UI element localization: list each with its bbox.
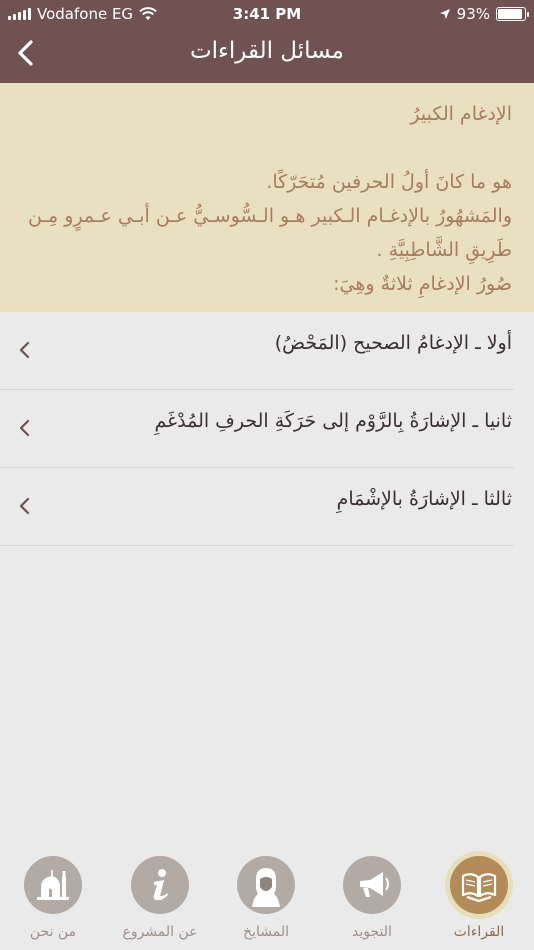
page-title: مسائل القراءات xyxy=(190,38,344,64)
top-bar: Vodafone EG 3:41 PM 93% مسائل القراءات xyxy=(0,0,534,83)
list-item-label: ثالثا ـ الإشارَةُ بالإشْمَامِ xyxy=(336,488,512,510)
tab-qiraat[interactable]: القراءات xyxy=(429,856,529,940)
mosque-icon xyxy=(24,856,82,914)
tab-bar: القراءات التجويد المشايخ عن المشروع من ن… xyxy=(0,850,534,950)
list-item[interactable]: أولا ـ الإدغامُ الصحيح (المَحْضُ) xyxy=(0,312,514,390)
list-item[interactable]: ثانيا ـ الإشارَةُ بِالرَّوْم إلى حَرَكَة… xyxy=(0,390,514,468)
intro-line: والمَشهُورُ بالإدغـام الـكبير هـو الـسُّ… xyxy=(28,205,512,227)
chevron-left-icon xyxy=(19,497,30,515)
intro-heading: الإدغام الكبيرُ xyxy=(410,103,512,125)
location-arrow-icon xyxy=(439,9,450,19)
sheikh-portrait-icon xyxy=(237,856,295,914)
info-icon xyxy=(131,856,189,914)
tab-label: عن المشروع xyxy=(122,924,198,940)
tab-shaykhs[interactable]: المشايخ xyxy=(216,856,316,940)
tab-about-us[interactable]: من نحن xyxy=(3,856,103,940)
chevron-left-icon xyxy=(19,419,30,437)
tab-label: التجويد xyxy=(352,924,392,940)
battery-icon xyxy=(496,7,529,21)
topics-list: أولا ـ الإدغامُ الصحيح (المَحْضُ) ثانيا … xyxy=(0,312,534,546)
battery-percent: 93% xyxy=(456,5,490,23)
status-bar: Vodafone EG 3:41 PM 93% xyxy=(0,0,534,30)
tab-about-project[interactable]: عن المشروع xyxy=(110,856,210,940)
chevron-left-icon xyxy=(19,341,30,359)
tab-label: من نحن xyxy=(29,924,77,940)
list-item[interactable]: ثالثا ـ الإشارَةُ بالإشْمَامِ xyxy=(0,468,514,546)
status-right: 93% xyxy=(439,5,529,23)
list-item-label: أولا ـ الإدغامُ الصحيح (المَحْضُ) xyxy=(274,332,512,354)
megaphone-icon xyxy=(343,856,401,914)
intro-line: صُورُ الإدغامِ ثلاثةٌ وهِيَ: xyxy=(333,273,512,295)
tab-tajweed[interactable]: التجويد xyxy=(322,856,422,940)
intro-line: طَرِيقِ الشَّاطِبِيَّةِ . xyxy=(376,239,512,261)
tab-label: القراءات xyxy=(453,924,505,940)
intro-panel: الإدغام الكبيرُ هو ما كانَ أولُ الحرفين … xyxy=(0,83,534,312)
list-item-label: ثانيا ـ الإشارَةُ بِالرَّوْم إلى حَرَكَة… xyxy=(154,410,512,432)
intro-line: هو ما كانَ أولُ الحرفين مُتحَرّكًا. xyxy=(266,171,512,193)
tab-label: المشايخ xyxy=(243,924,289,940)
quran-book-icon xyxy=(450,856,508,914)
